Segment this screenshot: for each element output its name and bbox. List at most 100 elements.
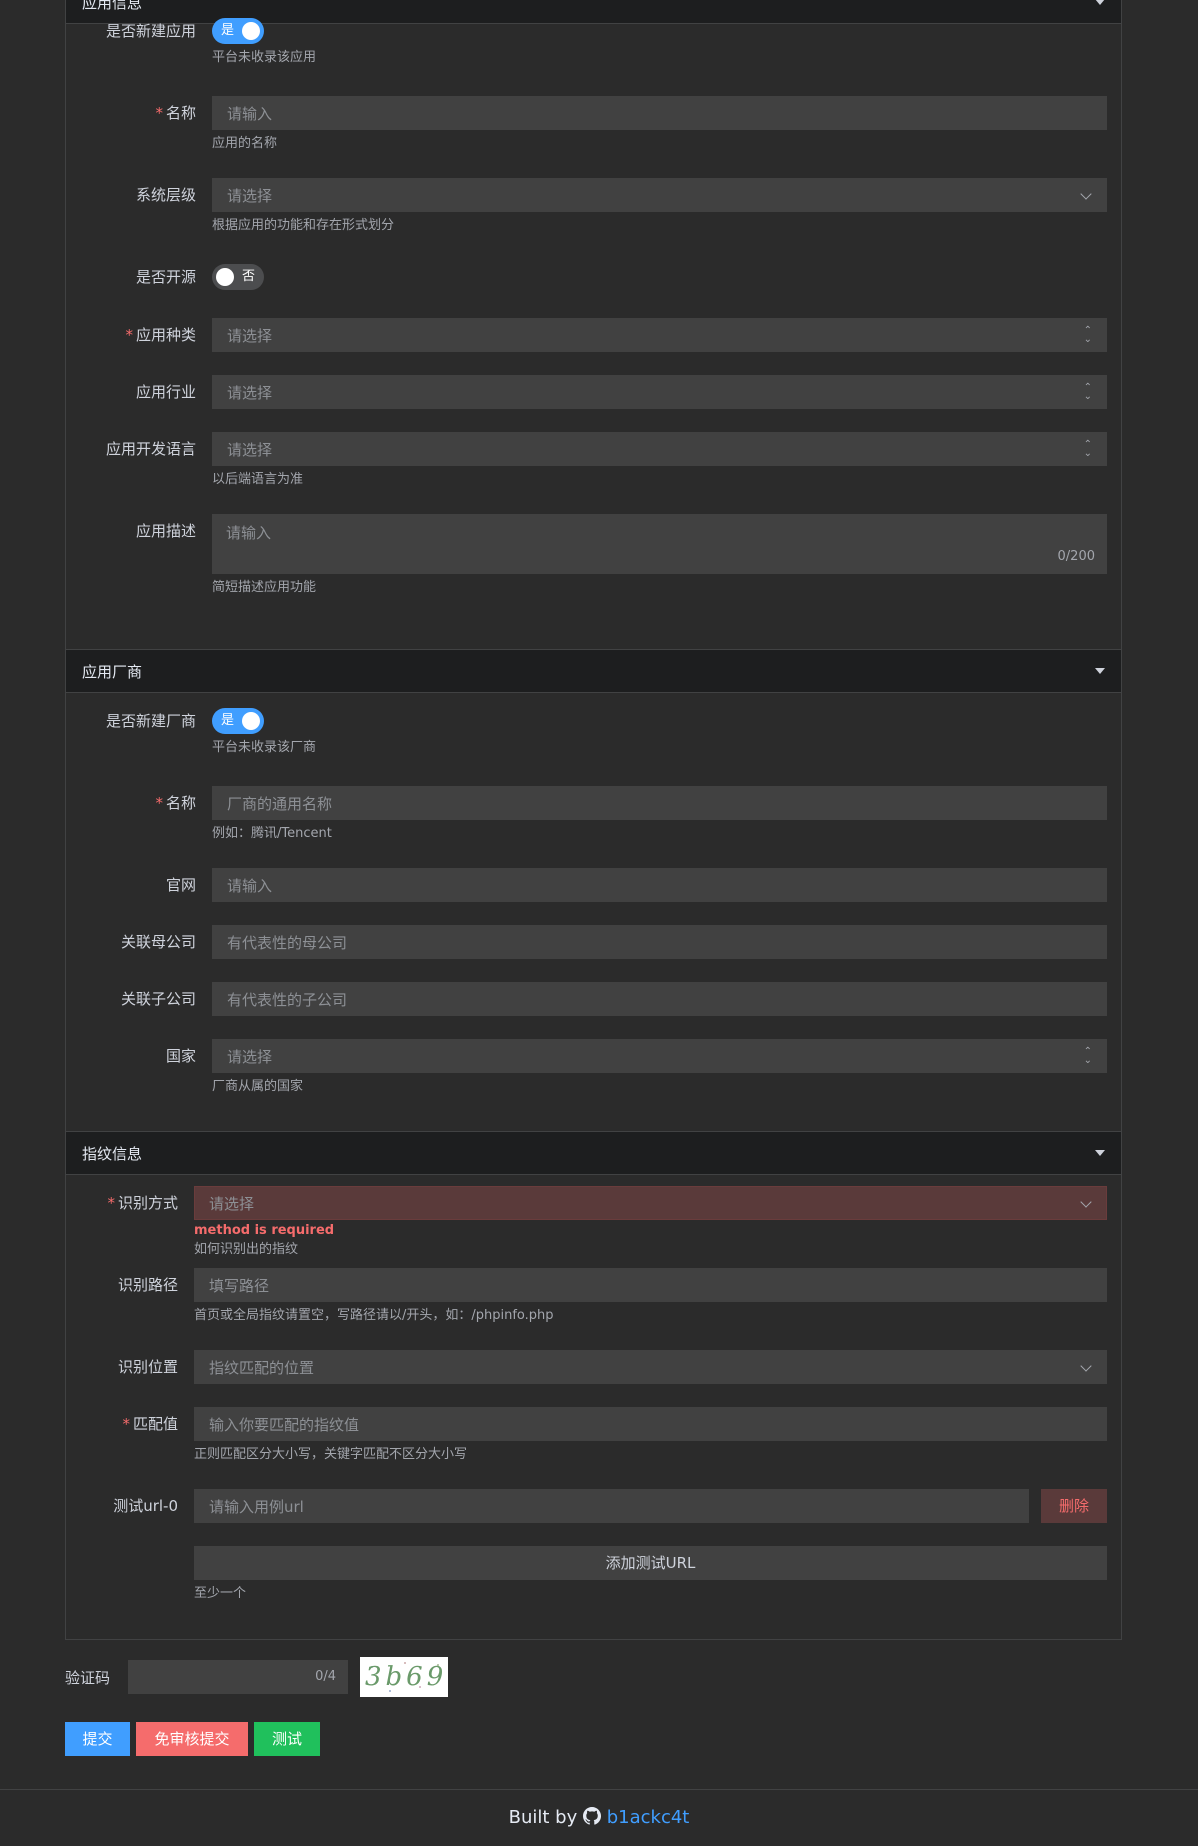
- app-name-hint: 应用的名称: [212, 136, 278, 151]
- description-label: 应用描述: [135, 522, 196, 540]
- dev-language-select[interactable]: 请选择 ⌃ ⌄: [212, 432, 1107, 466]
- subsidiary-label: 关联子公司: [120, 990, 196, 1008]
- captcha-row: 验证码 0/4 3b69: [65, 1657, 448, 1697]
- add-url-hint: 至少一个: [194, 1586, 247, 1601]
- open-source-toggle[interactable]: 否: [212, 264, 264, 290]
- dev-language-row: 应用开发语言 请选择 ⌃ ⌄ 以后端语言为准: [66, 432, 1121, 488]
- select-placeholder: 请选择: [227, 384, 273, 402]
- caret-down-icon: [1095, 668, 1105, 674]
- author-link[interactable]: b1ackc4t: [607, 1807, 690, 1828]
- parent-company-label: 关联母公司: [120, 933, 196, 951]
- website-input[interactable]: 请输入: [212, 868, 1107, 902]
- dev-language-label: 应用开发语言: [105, 440, 196, 458]
- required-mark: *: [107, 1194, 115, 1212]
- submit-button[interactable]: 提交: [65, 1722, 130, 1756]
- method-hint: 如何识别出的指纹: [194, 1242, 299, 1257]
- location-row: 识别位置 指纹匹配的位置: [66, 1350, 1121, 1384]
- location-label: 识别位置: [117, 1358, 178, 1376]
- description-textarea[interactable]: 请输入 0/200: [212, 514, 1107, 574]
- subsidiary-row: 关联子公司 有代表性的子公司: [66, 982, 1121, 1016]
- captcha-text: 3b69: [365, 1662, 448, 1692]
- path-row: 识别路径 填写路径 首页或全局指纹请置空，写路径请以/开头，如：/phpinfo…: [66, 1268, 1121, 1324]
- is-new-app-row: 是否新建应用 是 平台未收录该应用: [66, 14, 1121, 66]
- parent-company-input[interactable]: 有代表性的母公司: [212, 925, 1107, 959]
- country-select[interactable]: 请选择 ⌃ ⌄: [212, 1039, 1107, 1073]
- industry-select[interactable]: 请选择 ⌃ ⌄: [212, 375, 1107, 409]
- subsidiary-input[interactable]: 有代表性的子公司: [212, 982, 1107, 1016]
- category-row: * 应用种类 请选择 ⌃ ⌄: [66, 318, 1121, 352]
- toggle-knob: [216, 268, 234, 286]
- vendor-header[interactable]: 应用厂商: [66, 649, 1121, 693]
- fingerprint-header[interactable]: 指纹信息: [66, 1131, 1121, 1175]
- vendor-name-row: * 名称 厂商的通用名称 例如：腾讯/Tencent: [66, 786, 1121, 842]
- dev-language-hint: 以后端语言为准: [212, 472, 304, 487]
- category-select[interactable]: 请选择 ⌃ ⌄: [212, 318, 1107, 352]
- updown-icon: ⌃ ⌄: [1083, 1046, 1092, 1066]
- caret-down-icon: [1095, 0, 1105, 5]
- captcha-image[interactable]: 3b69: [360, 1657, 448, 1697]
- is-new-app-toggle[interactable]: 是: [212, 18, 264, 44]
- select-placeholder: 请选择: [227, 441, 273, 459]
- toggle-knob: [242, 22, 260, 40]
- add-test-url-button[interactable]: 添加测试URL: [194, 1546, 1107, 1580]
- is-new-vendor-label: 是否新建厂商: [105, 712, 196, 730]
- is-new-app-hint: 平台未收录该应用: [212, 50, 317, 65]
- captcha-input[interactable]: 0/4: [128, 1660, 348, 1694]
- country-hint: 厂商从属的国家: [212, 1079, 304, 1094]
- match-value-hint: 正则匹配区分大小写，关键字匹配不区分大小写: [194, 1447, 468, 1462]
- select-placeholder: 请选择: [227, 327, 273, 345]
- vendor-name-input[interactable]: 厂商的通用名称: [212, 786, 1107, 820]
- system-level-hint: 根据应用的功能和存在形式划分: [212, 218, 395, 233]
- system-level-row: 系统层级 请选择 根据应用的功能和存在形式划分: [66, 178, 1121, 234]
- path-hint: 首页或全局指纹请置空，写路径请以/开头，如：/phpinfo.php: [194, 1308, 554, 1323]
- path-input[interactable]: 填写路径: [194, 1268, 1107, 1302]
- select-placeholder: 指纹匹配的位置: [209, 1359, 315, 1377]
- website-row: 官网 请输入: [66, 868, 1121, 902]
- app-name-label: 名称: [165, 104, 196, 122]
- toggle-text: 是: [221, 23, 235, 38]
- action-bar: 提交 免审核提交 测试: [65, 1722, 320, 1756]
- test-button[interactable]: 测试: [254, 1722, 320, 1756]
- vendor-name-hint: 例如：腾讯/Tencent: [212, 826, 332, 841]
- website-label: 官网: [165, 876, 196, 894]
- description-hint: 简短描述应用功能: [212, 580, 317, 595]
- is-new-vendor-toggle[interactable]: 是: [212, 708, 264, 734]
- toggle-text: 否: [241, 269, 255, 284]
- updown-icon: ⌃ ⌄: [1083, 382, 1092, 402]
- github-icon: [582, 1807, 601, 1825]
- match-value-input[interactable]: 输入你要匹配的指纹值: [194, 1407, 1107, 1441]
- char-counter: 0/200: [1057, 549, 1095, 564]
- select-placeholder: 请选择: [209, 1195, 255, 1213]
- delete-url-button[interactable]: 删除: [1041, 1489, 1107, 1523]
- updown-icon: ⌃ ⌄: [1083, 325, 1092, 345]
- test-url-input[interactable]: 请输入用例url: [194, 1489, 1029, 1523]
- vendor-title: 应用厂商: [82, 662, 143, 681]
- match-value-label: 匹配值: [132, 1415, 178, 1433]
- app-info-title: 应用信息: [82, 0, 143, 12]
- app-name-row: * 名称 请输入 应用的名称: [66, 96, 1121, 152]
- category-label: 应用种类: [135, 326, 196, 344]
- app-info-panel: 应用信息 是否新建应用 是 平台未收录该应用 * 名称 请输入 应用的名称 系统层…: [65, 0, 1122, 651]
- vendor-name-label: 名称: [165, 794, 196, 812]
- test-url-label: 测试url-0: [113, 1497, 178, 1515]
- textarea-placeholder: 请输入: [226, 524, 272, 542]
- description-row: 应用描述 请输入 0/200 简短描述应用功能: [66, 514, 1121, 596]
- select-placeholder: 请选择: [227, 1048, 273, 1066]
- location-select[interactable]: 指纹匹配的位置: [194, 1350, 1107, 1384]
- fingerprint-panel: 指纹信息 * 识别方式 请选择 method is required 如何识别出的…: [65, 1131, 1122, 1640]
- method-label: 识别方式: [117, 1194, 178, 1212]
- industry-row: 应用行业 请选择 ⌃ ⌄: [66, 375, 1121, 409]
- vendor-panel: 应用厂商 是否新建厂商 是 平台未收录该厂商 * 名称 厂商的通用名称 例如：腾讯…: [65, 649, 1122, 1132]
- required-mark: *: [155, 794, 163, 812]
- method-select[interactable]: 请选择: [194, 1186, 1107, 1220]
- method-row: * 识别方式 请选择 method is required 如何识别出的指纹: [66, 1186, 1121, 1258]
- submit-no-review-button[interactable]: 免审核提交: [136, 1722, 248, 1756]
- system-level-select[interactable]: 请选择: [212, 178, 1107, 212]
- required-mark: *: [125, 326, 133, 344]
- chevron-down-icon: [1080, 1360, 1092, 1372]
- open-source-label: 是否开源: [135, 268, 196, 286]
- chevron-down-icon: [1080, 1196, 1092, 1208]
- required-mark: *: [122, 1415, 130, 1433]
- app-name-input[interactable]: 请输入: [212, 96, 1107, 130]
- country-label: 国家: [165, 1047, 196, 1065]
